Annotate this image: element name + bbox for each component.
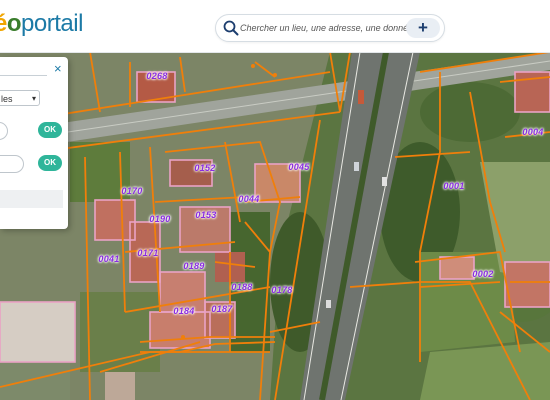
geoportail-logo[interactable]: éoportail bbox=[0, 10, 83, 38]
search-icon[interactable] bbox=[222, 19, 240, 37]
parcel-label[interactable]: 0188 bbox=[231, 282, 252, 292]
top-bar: éoportail + bbox=[0, 0, 550, 53]
tool-panel: × les ▾ OK OK bbox=[0, 57, 68, 229]
map-view[interactable]: 0268 0152 0045 0170 0044 0153 0190 0171 … bbox=[0, 52, 550, 400]
add-data-button[interactable]: + bbox=[406, 18, 440, 38]
parcel-label[interactable]: 0184 bbox=[173, 306, 194, 316]
layer-select[interactable]: les ▾ bbox=[0, 90, 40, 106]
parcel-label[interactable]: 0001 bbox=[443, 181, 464, 191]
search-bar: + bbox=[215, 14, 445, 42]
parcel-label[interactable]: 0189 bbox=[183, 261, 204, 271]
parcel-label[interactable]: 0004 bbox=[522, 127, 543, 137]
panel-footer-bar bbox=[0, 190, 63, 208]
aerial-map-layer bbox=[0, 52, 550, 400]
parcel-label[interactable]: 0153 bbox=[195, 210, 216, 220]
input-field-2[interactable] bbox=[0, 155, 24, 173]
logo-o: o bbox=[6, 10, 22, 37]
parcel-label[interactable]: 0171 bbox=[137, 248, 158, 258]
parcel-label[interactable]: 0178 bbox=[271, 285, 292, 295]
logo-portail: portail bbox=[21, 10, 83, 37]
logo-e-accent: é bbox=[0, 10, 7, 37]
panel-divider bbox=[0, 75, 47, 76]
chevron-down-icon: ▾ bbox=[31, 94, 36, 103]
parcel-label[interactable]: 0190 bbox=[149, 214, 170, 224]
ok-button-2[interactable]: OK bbox=[38, 155, 62, 171]
input-field-1[interactable] bbox=[0, 122, 8, 140]
parcel-label[interactable]: 0044 bbox=[238, 194, 259, 204]
parcel-label[interactable]: 0152 bbox=[194, 163, 215, 173]
parcel-label[interactable]: 0187 bbox=[211, 304, 232, 314]
ok-button-1[interactable]: OK bbox=[38, 122, 62, 138]
parcel-label[interactable]: 0170 bbox=[121, 186, 142, 196]
parcel-label[interactable]: 0045 bbox=[288, 162, 309, 172]
layer-select-value: les bbox=[1, 94, 13, 104]
search-input[interactable] bbox=[240, 19, 410, 37]
parcel-label[interactable]: 0002 bbox=[472, 269, 493, 279]
close-icon[interactable]: × bbox=[54, 61, 62, 76]
parcel-label[interactable]: 0268 bbox=[146, 71, 167, 81]
parcel-label[interactable]: 0041 bbox=[98, 254, 119, 264]
